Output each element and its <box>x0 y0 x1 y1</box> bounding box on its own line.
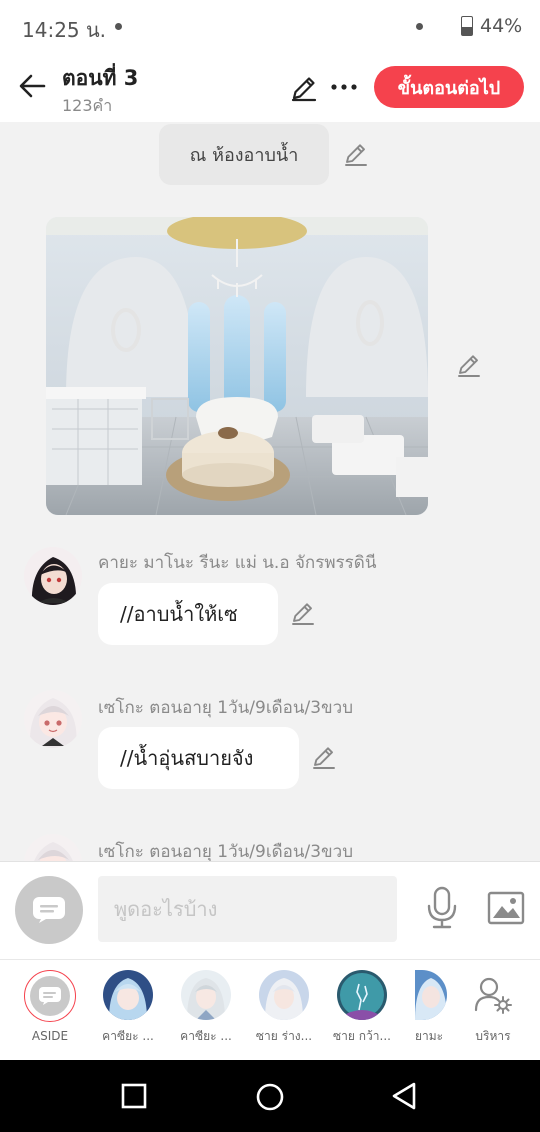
speaker-name: เซโกะ ตอนอายุ 1วัน/9เดือน/3ขวบ <box>98 698 354 718</box>
home-icon[interactable] <box>255 1082 285 1112</box>
character-item[interactable]: ซาย กว้า... <box>326 970 398 1046</box>
manage-user-icon <box>468 970 518 1020</box>
edit-pencil-icon[interactable] <box>289 73 319 103</box>
next-step-button[interactable]: ขั้นตอนต่อไป <box>374 66 524 108</box>
notification-dot <box>115 23 122 30</box>
character-label: ยามะ <box>414 1029 444 1043</box>
speaker-name: คายะ มาโนะ รีนะ แม่ น.อ จักรพรรดินี <box>98 553 377 573</box>
character-label: คาซียะ ... <box>102 1029 154 1043</box>
back-icon[interactable] <box>390 1081 418 1111</box>
avatar[interactable] <box>24 690 82 748</box>
character-item[interactable]: ซาย ร่าง... <box>248 970 320 1046</box>
battery-icon <box>461 16 473 36</box>
bathroom-scene-image[interactable] <box>46 217 428 515</box>
character-aside[interactable]: ASIDE <box>14 970 86 1043</box>
manage-characters-button[interactable]: บริหาร <box>457 970 529 1046</box>
avatar <box>415 970 447 1020</box>
avatar <box>337 970 387 1020</box>
edit-pencil-icon[interactable] <box>290 600 316 626</box>
image-icon[interactable] <box>487 891 525 925</box>
recent-apps-icon[interactable] <box>121 1083 147 1109</box>
avatar[interactable] <box>24 547 82 605</box>
back-arrow-icon[interactable] <box>16 70 48 102</box>
status-time: 14:25 น. <box>22 18 107 42</box>
character-label: ซาย กว้า... <box>333 1029 391 1043</box>
word-count: 123คำ <box>62 96 113 115</box>
character-item[interactable]: คาซียะ ... <box>92 970 164 1046</box>
episode-title: ตอนที่ 3 <box>62 66 139 90</box>
more-options-icon[interactable] <box>330 76 358 100</box>
notification-dot <box>416 23 423 30</box>
message-bubble[interactable]: //น้ำอุ่นสบายจัง <box>98 727 299 789</box>
character-label: บริหาร <box>475 1029 511 1043</box>
scene-label[interactable]: ณ ห้องอาบน้ำ <box>159 124 329 185</box>
character-label: ASIDE <box>31 1029 69 1043</box>
edit-pencil-icon[interactable] <box>456 352 482 378</box>
message-type-button[interactable] <box>15 876 83 944</box>
character-label: คาซียะ ... <box>180 1029 232 1043</box>
edit-pencil-icon[interactable] <box>311 744 337 770</box>
avatar <box>181 970 231 1020</box>
character-item[interactable]: ยามะ <box>404 970 454 1046</box>
avatar <box>259 970 309 1020</box>
character-item[interactable]: คาซียะ ... <box>170 970 242 1046</box>
avatar <box>103 970 153 1020</box>
edit-pencil-icon[interactable] <box>343 141 369 167</box>
message-input[interactable] <box>98 876 397 942</box>
microphone-icon[interactable] <box>424 886 460 930</box>
battery-percentage: 44% <box>480 15 523 37</box>
message-bubble[interactable]: //อาบน้ำให้เซ <box>98 583 278 645</box>
character-label: ซาย ร่าง... <box>255 1029 313 1043</box>
aside-icon <box>24 970 76 1022</box>
